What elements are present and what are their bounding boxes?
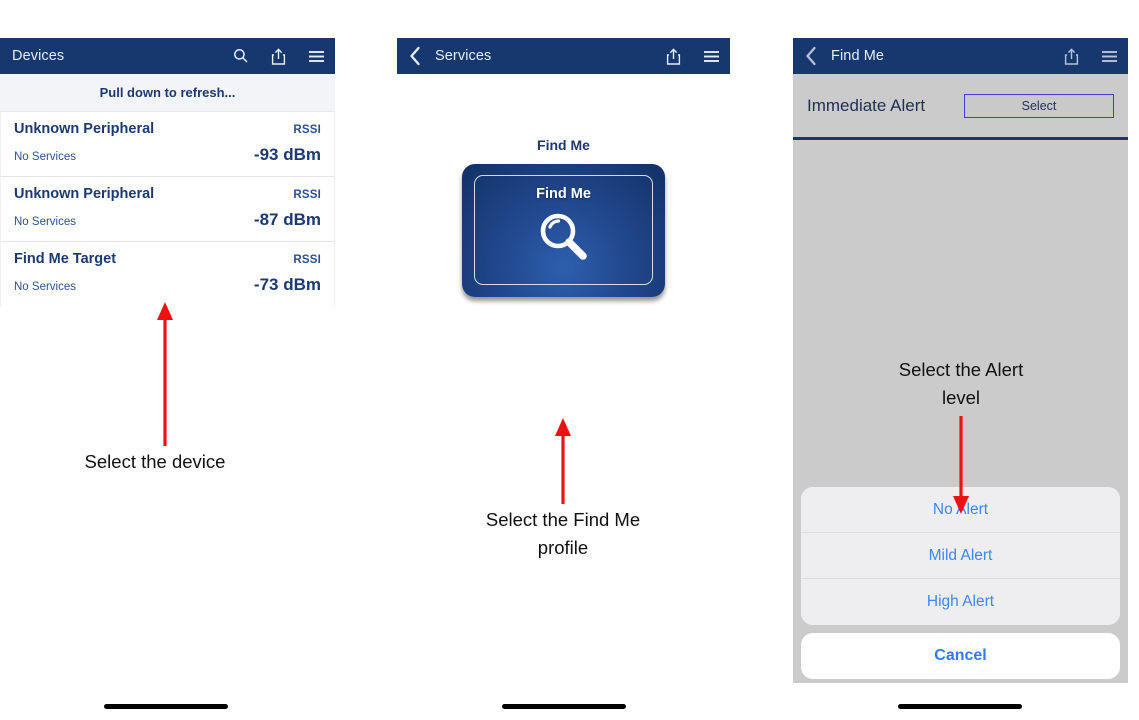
- services-navbar: Services: [397, 38, 730, 74]
- table-row[interactable]: Unknown Peripheral RSSI No Services -93 …: [0, 112, 335, 177]
- device-name: Find Me Target: [14, 251, 117, 267]
- profile-tile-area: Find Me Find Me: [397, 74, 730, 297]
- immediate-alert-row: Immediate Alert Select: [793, 74, 1128, 140]
- profile-tile-inner-border: Find Me: [474, 175, 653, 285]
- device-services: No Services: [14, 216, 76, 228]
- share-icon[interactable]: [1064, 47, 1079, 65]
- devices-navbar-actions: [233, 38, 325, 74]
- rssi-value: -73 dBm: [253, 275, 321, 294]
- pull-to-refresh-hint: Pull down to refresh...: [0, 74, 335, 112]
- pull-to-refresh-text: Pull down to refresh...: [99, 85, 236, 100]
- alert-level-options-group: No Alert Mild Alert High Alert: [801, 487, 1120, 625]
- menu-item-label: Mild Alert: [928, 546, 993, 564]
- rssi-label: RSSI: [293, 189, 321, 201]
- immediate-alert-label: Immediate Alert: [807, 95, 926, 115]
- rssi-value: -87 dBm: [253, 210, 321, 229]
- services-navbar-actions: [666, 38, 720, 74]
- search-icon[interactable]: [233, 48, 249, 64]
- services-navbar-title: Services: [435, 48, 492, 64]
- menu-item-high-alert[interactable]: High Alert: [801, 579, 1120, 625]
- share-icon[interactable]: [666, 47, 681, 65]
- back-chevron-icon[interactable]: [805, 46, 817, 66]
- devices-navbar: Devices: [0, 38, 335, 74]
- select-button-label: Select: [1021, 98, 1057, 113]
- profile-caption: Find Me: [537, 137, 590, 153]
- profile-tile-label: Find Me: [536, 186, 591, 202]
- home-indicator-services: [502, 704, 626, 709]
- select-button[interactable]: Select: [964, 93, 1114, 118]
- menu-item-label: No Alert: [932, 500, 989, 518]
- magnifier-icon: [533, 206, 595, 273]
- cancel-button[interactable]: Cancel: [801, 633, 1120, 679]
- alert-level-action-sheet: No Alert Mild Alert High Alert Cancel: [801, 487, 1120, 679]
- findme-navbar: Find Me: [793, 38, 1128, 74]
- rssi-label: RSSI: [293, 254, 321, 266]
- home-indicator-findme: [898, 704, 1022, 709]
- findme-navbar-actions: [1064, 38, 1118, 74]
- annotation-label-select-alert-level: Select the Alert level: [898, 359, 1024, 408]
- table-row[interactable]: Unknown Peripheral RSSI No Services -87 …: [0, 177, 335, 242]
- back-chevron-icon[interactable]: [409, 46, 421, 66]
- findme-navbar-title: Find Me: [831, 48, 885, 64]
- services-panel: Services Find Me Find Me: [397, 38, 730, 683]
- find-me-profile-tile[interactable]: Find Me: [462, 164, 665, 297]
- rssi-label: RSSI: [293, 124, 321, 136]
- hamburger-menu-icon[interactable]: [1101, 50, 1118, 63]
- device-name: Unknown Peripheral: [14, 186, 155, 202]
- menu-item-no-alert[interactable]: No Alert: [801, 487, 1120, 533]
- hamburger-menu-icon[interactable]: [308, 50, 325, 63]
- findme-content-area: No Alert Mild Alert High Alert Cancel: [793, 140, 1128, 683]
- annotation-label-select-profile: Select the Find Me profile: [485, 509, 641, 558]
- device-services: No Services: [14, 281, 76, 293]
- devices-navbar-title: Devices: [12, 48, 65, 64]
- device-list: Unknown Peripheral RSSI No Services -93 …: [0, 112, 335, 307]
- rssi-value: -93 dBm: [253, 145, 321, 164]
- hamburger-menu-icon[interactable]: [703, 50, 720, 63]
- menu-item-mild-alert[interactable]: Mild Alert: [801, 533, 1120, 579]
- device-name: Unknown Peripheral: [14, 121, 155, 137]
- devices-panel: Devices Pull down to refresh... Unknown …: [0, 38, 335, 683]
- annotation-label-select-device: Select the device: [84, 451, 226, 472]
- menu-item-label: High Alert: [926, 593, 995, 610]
- home-indicator-devices: [104, 704, 228, 709]
- cancel-button-label: Cancel: [934, 647, 987, 664]
- table-row[interactable]: Find Me Target RSSI No Services -73 dBm: [0, 242, 335, 307]
- device-services: No Services: [14, 151, 76, 163]
- share-icon[interactable]: [271, 47, 286, 65]
